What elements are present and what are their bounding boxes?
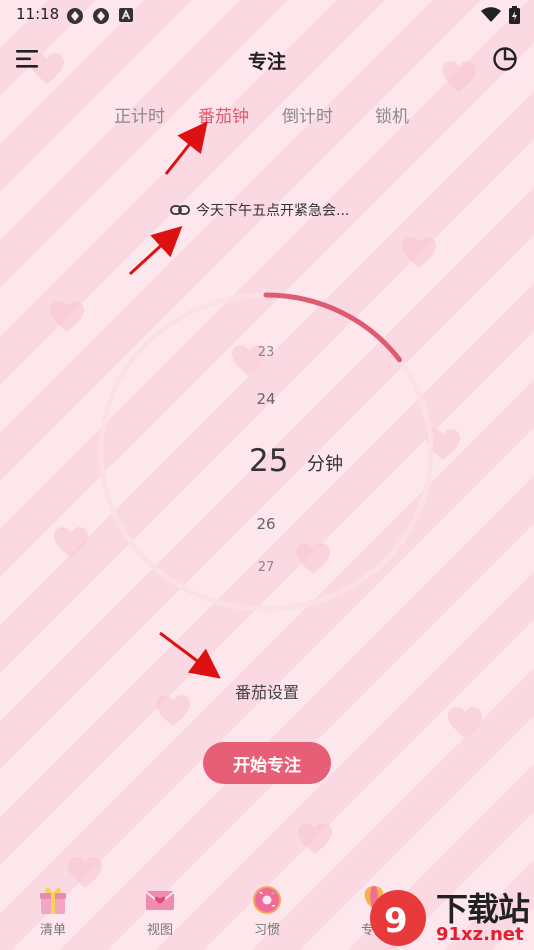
battery-icon [509, 6, 520, 24]
heart-decoration [402, 237, 436, 268]
heart-decoration [298, 823, 332, 854]
heart-decoration [448, 707, 482, 738]
pomodoro-settings-link[interactable]: 番茄设置 [0, 679, 534, 703]
status-bar: 11:18 [0, 0, 534, 30]
selected-minutes: 25 [249, 443, 289, 479]
heart-decoration [54, 527, 88, 558]
envelope-icon [145, 891, 175, 910]
mode-tabs: 正计时 番茄钟 倒计时 锁机 [0, 102, 534, 132]
svg-text:9: 9 [384, 901, 408, 941]
heart-decoration [50, 301, 84, 332]
nav-label: 清单 [39, 923, 66, 938]
nav-label: 习惯 [253, 923, 280, 938]
pie-chart-icon[interactable] [492, 46, 518, 72]
donut-icon [253, 886, 281, 914]
app-notification-icon [67, 8, 83, 24]
header: 专注 [0, 40, 534, 80]
page-title: 专注 [247, 51, 286, 73]
linked-task-label: 今天下午五点开紧急会... [196, 203, 350, 219]
start-focus-button[interactable]: 开始专注 [203, 742, 331, 784]
system-status-icons [481, 6, 520, 24]
a-notification-icon [119, 8, 133, 22]
tab-countdown[interactable]: 倒计时 [282, 102, 333, 127]
tab-count-up[interactable]: 正计时 [114, 102, 165, 127]
minute-option[interactable]: 26 [256, 515, 275, 533]
linked-task[interactable]: 今天下午五点开紧急会... [170, 200, 349, 220]
progress-arc [263, 292, 402, 363]
minute-option[interactable]: 24 [256, 390, 275, 408]
app-notification-icon [93, 8, 109, 24]
notification-icons [66, 7, 134, 25]
arrow-to-pomodoro-tab [164, 121, 208, 175]
minute-option[interactable]: 27 [258, 560, 275, 575]
nav-item-list[interactable]: 清单 [3, 878, 103, 938]
minute-option[interactable]: 23 [258, 345, 275, 360]
nav-item-habits[interactable]: 习惯 [217, 878, 317, 938]
tab-lock[interactable]: 锁机 [375, 102, 409, 127]
status-time: 11:18 [16, 5, 60, 23]
minutes-unit: 分钟 [307, 454, 343, 475]
gift-icon [40, 888, 66, 914]
wifi-icon [481, 7, 501, 22]
link-icon [170, 205, 190, 215]
tab-pomodoro[interactable]: 番茄钟 [198, 102, 249, 127]
nav-item-view[interactable]: 视图 [110, 878, 210, 938]
arrow-to-task [128, 225, 183, 276]
nav-label: 视图 [146, 923, 173, 938]
arrow-to-settings [159, 631, 221, 679]
watermark-url: 91xz.net [436, 924, 524, 945]
